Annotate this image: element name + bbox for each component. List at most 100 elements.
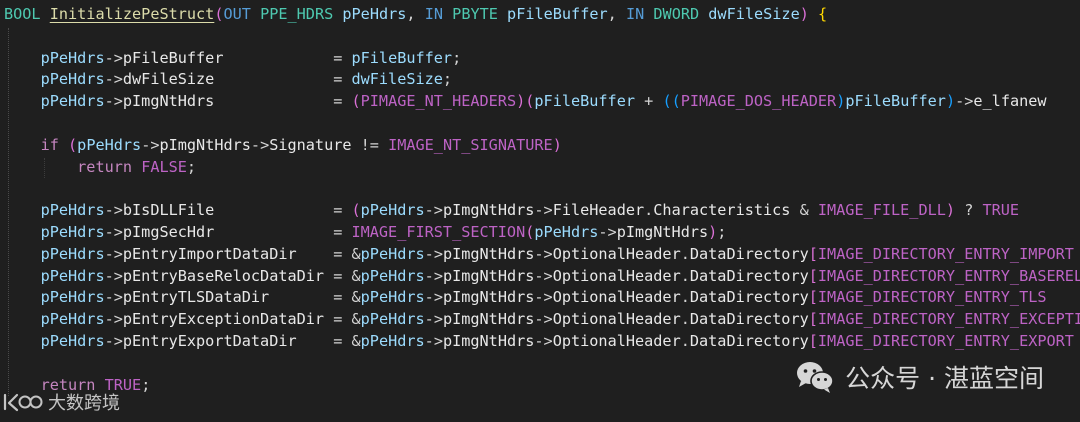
address-operator: & bbox=[351, 310, 361, 329]
member-field: pImgNtHdrs bbox=[442, 310, 535, 329]
object-ref: pPeHdrs bbox=[360, 288, 425, 307]
member-field: pImgSecHdr bbox=[122, 222, 215, 241]
address-operator: & bbox=[351, 288, 361, 307]
arrow-operator: -> bbox=[534, 310, 553, 329]
arrow-operator: -> bbox=[955, 92, 974, 111]
bracket-open: [ bbox=[808, 331, 818, 350]
assign-operator: = bbox=[214, 70, 352, 89]
paren-close: ) bbox=[799, 5, 809, 23]
member-field: DataDirectory bbox=[689, 331, 809, 350]
assign-operator: = bbox=[269, 288, 352, 307]
function-name: InitializePeStruct bbox=[49, 5, 215, 23]
code-line-assign-pfilebuffer[interactable]: pPeHdrs->pFileBuffer = pFileBuffer; bbox=[4, 48, 1080, 70]
code-line-blank[interactable] bbox=[4, 178, 1080, 200]
arrow-operator: -> bbox=[534, 244, 553, 263]
macro-constant: IMAGE_DIRECTORY_ENTRY_BASERELOC bbox=[817, 266, 1080, 285]
arrow-operator: -> bbox=[104, 331, 123, 350]
object-ref: pPeHdrs bbox=[360, 331, 425, 350]
assign-operator: = bbox=[214, 222, 352, 241]
if-keyword: if bbox=[40, 135, 59, 154]
code-line-assign-datadir[interactable]: pPeHdrs->pEntryBaseRelocDataDir = &pPeHd… bbox=[4, 266, 1080, 288]
assign-operator: = bbox=[324, 266, 352, 285]
code-line-assign-bisdllfile[interactable]: pPeHdrs->bIsDLLFile = (pPeHdrs->pImgNtHd… bbox=[4, 200, 1080, 222]
brace-open: { bbox=[818, 5, 828, 23]
object-ref: pPeHdrs bbox=[40, 266, 105, 285]
member-field: pImgNtHdrs bbox=[442, 244, 535, 263]
value-ref: pFileBuffer bbox=[534, 92, 635, 111]
assign-operator: = bbox=[324, 310, 352, 329]
object-ref: pPeHdrs bbox=[40, 331, 105, 350]
object-ref: pPeHdrs bbox=[360, 310, 425, 329]
arrow-operator: -> bbox=[141, 135, 160, 154]
semicolon: ; bbox=[186, 157, 197, 176]
code-line-signature[interactable]: BOOL InitializePeStruct(OUT PPE_HDRS pPe… bbox=[4, 4, 1080, 26]
code-line-blank[interactable] bbox=[4, 113, 1080, 135]
param-type: PBYTE bbox=[452, 5, 498, 23]
param-modifier: OUT bbox=[223, 5, 251, 23]
code-line-if-signature[interactable]: if (pPeHdrs->pImgNtHdrs->Signature != IM… bbox=[4, 135, 1080, 157]
bracket-open: [ bbox=[808, 288, 818, 307]
macro-constant: IMAGE_DIRECTORY_ENTRY_IMPORT bbox=[817, 244, 1074, 263]
arrow-operator: -> bbox=[104, 92, 123, 111]
arrow-operator: -> bbox=[534, 201, 553, 220]
assign-operator: = bbox=[214, 201, 352, 220]
wechat-watermark: 公众号 · 湛蓝空间 bbox=[795, 354, 1044, 400]
semicolon: ; bbox=[442, 70, 453, 89]
dot-operator: . bbox=[680, 288, 690, 307]
arrow-operator: -> bbox=[104, 310, 123, 329]
code-line-assign-datadir[interactable]: pPeHdrs->pEntryExceptionDataDir = &pPeHd… bbox=[4, 309, 1080, 331]
code-editor[interactable]: BOOL InitializePeStruct ( OUT PPE_HDRS pPe… bbox=[0, 0, 1080, 422]
code-line-assign-datadir[interactable]: pPeHdrs->pEntryImportDataDir = &pPeHdrs-… bbox=[4, 244, 1080, 266]
address-operator: & bbox=[351, 244, 361, 263]
paren-open: ( bbox=[351, 201, 361, 220]
arrow-operator: -> bbox=[424, 331, 443, 350]
paren-open: ( bbox=[525, 222, 535, 241]
semicolon: ; bbox=[141, 375, 151, 394]
code-line-assign-pimgsechdr[interactable]: pPeHdrs->pImgSecHdr = IMAGE_FIRST_SECTIO… bbox=[4, 222, 1080, 244]
bracket-open: [ bbox=[808, 244, 818, 263]
ternary-operator: ? bbox=[955, 201, 983, 220]
object-ref: pPeHdrs bbox=[40, 70, 105, 89]
address-operator: & bbox=[351, 331, 361, 350]
object-ref: pPeHdrs bbox=[40, 310, 105, 329]
member-field: pEntryTLSDataDir bbox=[122, 288, 270, 307]
member-field: dwFileSize bbox=[122, 70, 215, 89]
code-line-assign-pimgnthdrs[interactable]: pPeHdrs->pImgNtHdrs = (PIMAGE_NT_HEADERS… bbox=[4, 91, 1080, 113]
value-ref: dwFileSize bbox=[351, 70, 443, 89]
bracket-open: [ bbox=[808, 310, 818, 329]
arrow-operator: -> bbox=[104, 70, 123, 89]
code-line-blank[interactable] bbox=[4, 26, 1080, 48]
value-ref: pFileBuffer bbox=[845, 92, 946, 111]
return-type: BOOL bbox=[4, 5, 41, 23]
code-line-assign-datadir[interactable]: pPeHdrs->pEntryTLSDataDir = &pPeHdrs->pI… bbox=[4, 287, 1080, 309]
code-line-assign-dwfilesize[interactable]: pPeHdrs->dwFileSize = dwFileSize; bbox=[4, 69, 1080, 91]
arrow-operator: -> bbox=[104, 266, 123, 285]
corner-watermark-text: 大数跨境 bbox=[48, 393, 120, 414]
arrow-operator: -> bbox=[250, 135, 270, 154]
member-field: bIsDLLFile bbox=[122, 201, 215, 220]
compare-operator: != bbox=[351, 135, 389, 154]
param-type: PPE_HDRS bbox=[260, 5, 334, 23]
code-line-return-false[interactable]: return FALSE; bbox=[4, 157, 1080, 179]
member-field: OptionalHeader bbox=[552, 244, 681, 263]
brand-logo-icon bbox=[3, 393, 43, 412]
member-field: DataDirectory bbox=[689, 310, 809, 329]
object-ref: pPeHdrs bbox=[534, 222, 599, 241]
corner-watermark: 大数跨境 bbox=[2, 388, 120, 416]
plus-operator: + bbox=[635, 92, 663, 111]
dot-operator: . bbox=[680, 331, 690, 350]
assign-operator: = bbox=[214, 92, 352, 111]
cast-paren-close: ) bbox=[516, 92, 526, 111]
code-line-assign-datadir[interactable]: pPeHdrs->pEntryExportDataDir = &pPeHdrs-… bbox=[4, 331, 1080, 353]
member-field: pEntryExportDataDir bbox=[122, 331, 297, 350]
member-field: pImgNtHdrs bbox=[122, 92, 215, 111]
member-field: pImgNtHdrs bbox=[442, 201, 535, 220]
arrow-operator: -> bbox=[534, 331, 553, 350]
arrow-operator: -> bbox=[424, 310, 443, 329]
member-field: pImgNtHdrs bbox=[442, 288, 535, 307]
value-ref: pFileBuffer bbox=[351, 48, 453, 67]
arrow-operator: -> bbox=[598, 222, 617, 241]
arrow-operator: -> bbox=[424, 244, 443, 263]
dot-operator: . bbox=[644, 201, 654, 220]
member-field: OptionalHeader bbox=[552, 331, 681, 350]
